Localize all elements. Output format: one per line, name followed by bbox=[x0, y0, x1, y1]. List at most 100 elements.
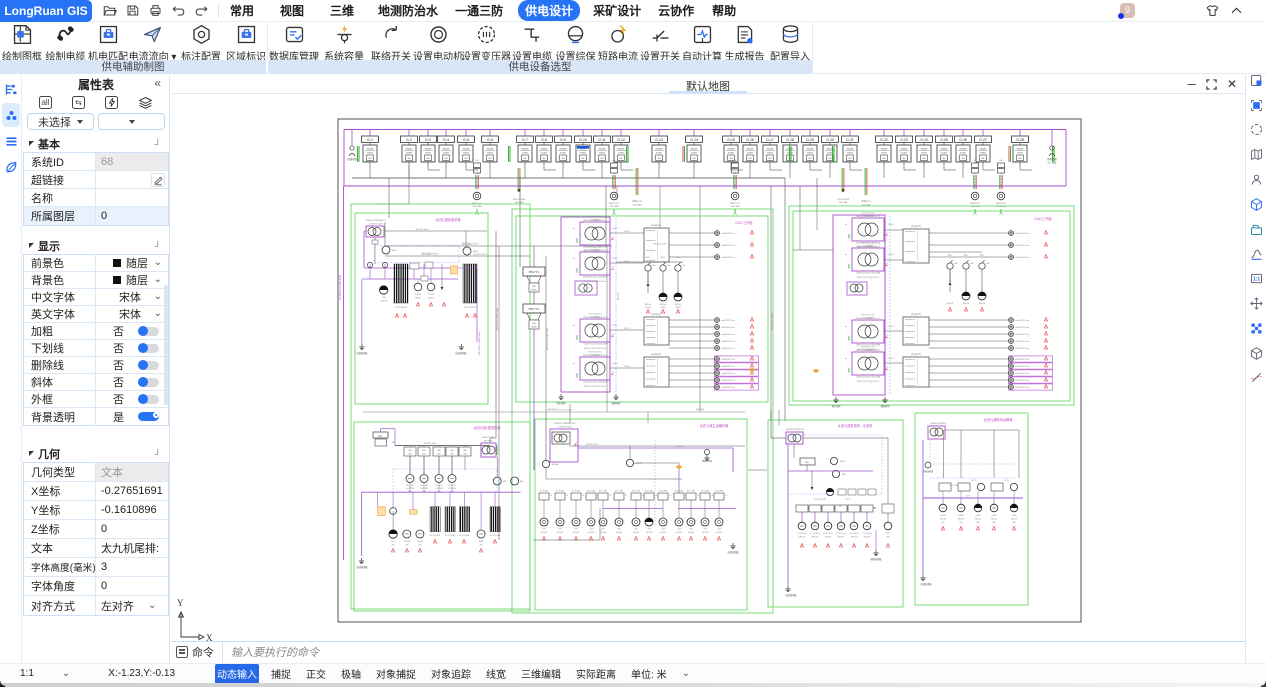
svg-text:1.MM8: 1.MM8 bbox=[404, 541, 410, 543]
svg-text:MM: MM bbox=[789, 158, 792, 160]
svg-text:1.MM8: 1.MM8 bbox=[428, 294, 434, 296]
svg-text:10000/T10.4kV 0000kVA: 10000/T10.4kV 0000kVA bbox=[583, 343, 608, 346]
svg-text:MM: MM bbox=[520, 481, 524, 483]
svg-text:MYJV22-8.7/10: MYJV22-8.7/10 bbox=[861, 315, 874, 317]
svg-text:40.5kW: 40.5kW bbox=[660, 532, 667, 534]
svg-text:MYJV22 3x50: MYJV22 3x50 bbox=[424, 443, 436, 445]
svg-text:M63L: M63L bbox=[980, 255, 985, 257]
svg-text:MMMM: MMMM bbox=[921, 148, 928, 150]
svg-text:G-23: G-23 bbox=[900, 138, 908, 142]
svg-text:40.5kW: 40.5kW bbox=[541, 532, 548, 534]
svg-text:M-MM: M-MM bbox=[767, 153, 773, 155]
svg-text:局部接地极: 局部接地极 bbox=[921, 582, 933, 586]
svg-text:MM kW: MM kW bbox=[851, 537, 858, 539]
svg-text:KBSGZY-630/10(6)0.69-0.4: KBSGZY-630/10(6)0.69-0.4 bbox=[857, 381, 879, 383]
svg-text:M315: M315 bbox=[840, 461, 846, 463]
svg-text:G-20: G-20 bbox=[826, 138, 834, 142]
svg-text:Ng: Ng bbox=[573, 228, 575, 230]
svg-text:MM: MM bbox=[1012, 522, 1016, 524]
svg-text:MM: MM bbox=[769, 158, 772, 160]
svg-text:电缆MYJV: 电缆MYJV bbox=[861, 199, 871, 203]
svg-text:MM: MM bbox=[423, 450, 426, 452]
svg-text:2xM: 2xM bbox=[689, 529, 693, 531]
svg-text:xxxMYJV22 xxx: xxxMYJV22 xxx bbox=[1015, 245, 1029, 247]
svg-text:G-16: G-16 bbox=[746, 138, 754, 142]
svg-text:40.5kW: 40.5kW bbox=[633, 532, 640, 534]
svg-text:G-12: G-12 bbox=[617, 138, 625, 142]
svg-text:局部接地极: 局部接地极 bbox=[357, 565, 369, 569]
svg-text:辅助接地极: 辅助接地极 bbox=[871, 557, 883, 561]
svg-text:xxMM: xxMM bbox=[958, 515, 963, 517]
svg-text:xxxMYJV22 xxx: xxxMYJV22 xxx bbox=[721, 341, 735, 343]
svg-text:MYJV MM: MYJV MM bbox=[587, 491, 596, 493]
svg-text:KTG/76.05: KTG/76.05 bbox=[810, 533, 819, 535]
svg-text:MMM: MMM bbox=[532, 327, 537, 329]
svg-text:M0: M0 bbox=[955, 263, 959, 265]
svg-text:高压电缆MYJV22: 高压电缆MYJV22 bbox=[421, 252, 439, 256]
svg-text:MM: MM bbox=[369, 158, 372, 160]
svg-text:MYJV22 3x95: MYJV22 3x95 bbox=[586, 444, 598, 446]
svg-text:M0kW: M0kW bbox=[428, 298, 434, 300]
svg-text:MM: MM bbox=[967, 496, 970, 498]
svg-text:MMMM: MMMM bbox=[787, 148, 794, 150]
svg-text:MMMM: MMMM bbox=[901, 148, 908, 150]
svg-text:M: M bbox=[610, 495, 612, 497]
svg-text:40.5kW: 40.5kW bbox=[600, 532, 607, 534]
svg-text:2xM: 2xM bbox=[677, 529, 681, 531]
svg-text:M63L: M63L bbox=[473, 251, 479, 253]
svg-text:40.5kW: 40.5kW bbox=[573, 532, 580, 534]
svg-text:G-2: G-2 bbox=[406, 138, 412, 142]
svg-text:MM: MM bbox=[438, 454, 441, 456]
svg-text:MYJV22-8.7/10: MYJV22-8.7/10 bbox=[861, 213, 874, 215]
svg-text:MM kW: MM kW bbox=[660, 304, 667, 306]
svg-text:3x50 MM: 3x50 MM bbox=[731, 206, 740, 208]
svg-text:MM8: MM8 bbox=[479, 541, 483, 543]
svg-text:MM: MM bbox=[464, 454, 467, 456]
svg-text:MM: MM bbox=[730, 158, 733, 160]
svg-text:进线电源: 进线电源 bbox=[347, 157, 357, 161]
svg-text:3x50 M283m: 3x50 M283m bbox=[863, 318, 874, 320]
svg-text:xxxMYJV22 xxx: xxxMYJV22 xxx bbox=[1015, 373, 1029, 375]
svg-text:G-21: G-21 bbox=[846, 138, 854, 142]
svg-text:3x35 MM: 3x35 MM bbox=[420, 488, 428, 490]
svg-text:M0: M0 bbox=[668, 265, 672, 267]
svg-text:xxxMYJV22 xxx: xxxMYJV22 xxx bbox=[721, 373, 735, 375]
svg-text:备用电源: 备用电源 bbox=[1047, 157, 1057, 161]
svg-text:M: M bbox=[712, 495, 714, 497]
svg-text:MM: MM bbox=[693, 158, 696, 160]
svg-text:MMMM: MMMM bbox=[980, 148, 987, 150]
svg-text:40.5kW: 40.5kW bbox=[646, 532, 653, 534]
svg-text:xxxMYJV22 xxx: xxxMYJV22 xxx bbox=[721, 233, 735, 235]
svg-text:G-18: G-18 bbox=[786, 138, 794, 142]
svg-text:M-MM: M-MM bbox=[599, 153, 605, 155]
svg-text:MYJV MM: MYJV MM bbox=[599, 491, 608, 493]
svg-text:MM: MM bbox=[886, 537, 890, 539]
svg-text:KBSGZY-MMMM/10.4: KBSGZY-MMMM/10.4 bbox=[366, 220, 387, 222]
svg-text:MMMM: MMMM bbox=[425, 148, 432, 150]
svg-text:xxxMYJV22 xxx: xxxMYJV22 xxx bbox=[1015, 233, 1029, 235]
svg-text:xxxMYJV22 xxx: xxxMYJV22 xxx bbox=[721, 359, 735, 361]
svg-text:M-MM: M-MM bbox=[580, 153, 586, 155]
svg-text:MMMM: MMMM bbox=[767, 148, 774, 150]
svg-text:xxxMYJV22 xxx: xxxMYJV22 xxx bbox=[1015, 257, 1029, 259]
svg-text:MM: MM bbox=[620, 158, 623, 160]
svg-text:MYJV: MYJV bbox=[624, 366, 630, 368]
svg-text:M-MM: M-MM bbox=[522, 153, 528, 155]
svg-text:MYJV22-8.7/10: MYJV22-8.7/10 bbox=[588, 314, 601, 316]
svg-text:40.5kW: 40.5kW bbox=[616, 532, 623, 534]
svg-text:MM: MM bbox=[532, 286, 536, 288]
svg-text:G-27: G-27 bbox=[979, 138, 987, 142]
svg-text:xxxMYJV22 xxx: xxxMYJV22 xxx bbox=[721, 380, 735, 382]
svg-text:xxxMYJV22 xxx: xxxMYJV22 xxx bbox=[1015, 366, 1029, 368]
svg-text:MM: MM bbox=[503, 481, 507, 483]
svg-text:KTG/76.05: KTG/76.05 bbox=[862, 533, 871, 535]
svg-text:MM: MM bbox=[601, 158, 604, 160]
svg-text:M63L: M63L bbox=[964, 255, 969, 257]
svg-text:MM: MM bbox=[842, 474, 846, 476]
svg-text:MYJV MM: MYJV MM bbox=[645, 491, 654, 493]
svg-text:3x35 MM: 3x35 MM bbox=[448, 488, 456, 490]
svg-text:MM: MM bbox=[423, 454, 426, 456]
svg-text:MM: MM bbox=[805, 462, 809, 464]
svg-text:xxMM: xxMM bbox=[975, 515, 980, 517]
svg-text:M-MM: M-MM bbox=[847, 153, 853, 155]
